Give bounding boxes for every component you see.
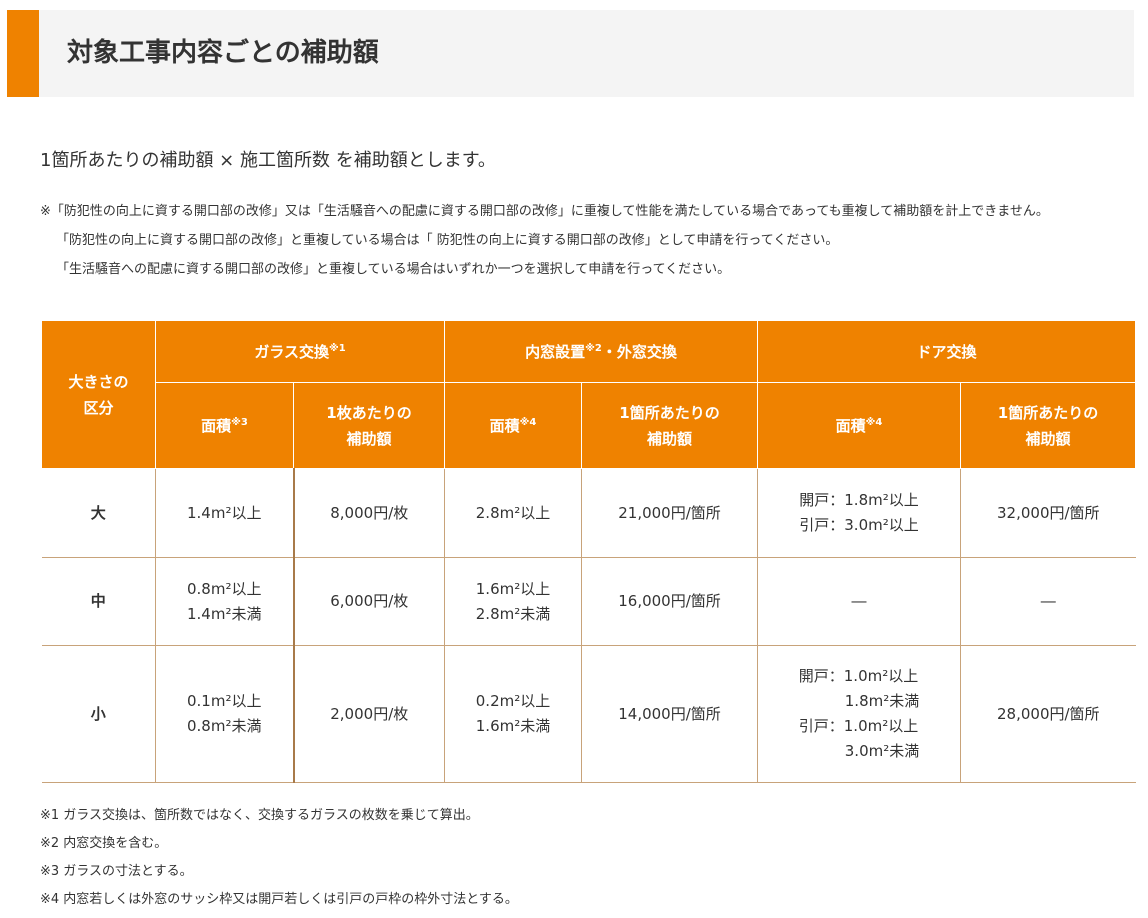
window-group-header: 内窓設置※2・外窓交換 — [444, 320, 759, 383]
size-cell: 大 — [41, 468, 156, 558]
footnote: ※1 ガラス交換は、箇所数ではなく、交換するガラスの枚数を乗じて算出。 — [40, 808, 479, 823]
glass-amount-cell: 2,000円/枚 — [292, 645, 446, 783]
window-amount-header: 1箇所あたりの 補助額 — [581, 382, 759, 469]
door-area-cell: 開戸：1.8m²以上 引戸：3.0m²以上 — [757, 468, 962, 558]
glass-group-header: ガラス交換※1 — [154, 320, 446, 383]
door-area-header: 面積※4 — [757, 382, 962, 469]
window-amount-cell: 16,000円/箇所 — [581, 557, 759, 646]
footnote: ※3 ガラスの寸法とする。 — [40, 864, 193, 879]
table-row: 中 0.8m²以上 1.4m²未満 6,000円/枚 1.6m²以上 2.8m²… — [41, 557, 1136, 646]
notes-top: ※「防犯性の向上に資する開口部の改修」又は「生活騒音への配慮に資する開口部の改修… — [40, 202, 1049, 289]
window-amount-cell: 21,000円/箇所 — [581, 468, 759, 558]
window-area-header: 面積※4 — [444, 382, 583, 469]
door-amount-cell: ― — [960, 557, 1136, 646]
page-title: 対象工事内容ごとの補助額 — [67, 38, 379, 68]
door-group-header: ドア交換 — [757, 320, 1137, 383]
glass-amount-cell: 6,000円/枚 — [292, 557, 446, 646]
window-amount-cell: 14,000円/箇所 — [581, 645, 759, 783]
table-row: 小 0.1m²以上 0.8m²未満 2,000円/枚 0.2m²以上 1.6m²… — [41, 645, 1136, 783]
table-header-row: 大きさの 区分 ガラス交換※1 内窓設置※2・外窓交換 ドア交換 — [41, 320, 1137, 469]
table-row: 大 1.4m²以上 8,000円/枚 2.8m²以上 21,000円/箇所 開戸… — [41, 468, 1136, 558]
footnote: ※4 内窓若しくは外窓のサッシ枠又は開戸若しくは引戸の戸枠の枠外寸法とする。 — [40, 892, 518, 907]
subsidy-table: 大きさの 区分 ガラス交換※1 内窓設置※2・外窓交換 ドア交換 面積※3 1枚… — [41, 320, 1137, 783]
heading-accent-bar — [7, 10, 39, 97]
section-heading: 対象工事内容ごとの補助額 — [7, 10, 1134, 97]
door-amount-header: 1箇所あたりの 補助額 — [960, 382, 1137, 469]
footnote: ※2 内窓交換を含む。 — [40, 836, 168, 851]
door-amount-cell: 28,000円/箇所 — [960, 645, 1136, 783]
door-amount-cell: 32,000円/箇所 — [960, 468, 1136, 558]
door-area-cell: 開戸：1.0m²以上 1.8m²未満 引戸：1.0m²以上 3.0m²未満 — [757, 645, 962, 783]
door-area-cell: ― — [757, 557, 962, 646]
glass-area-cell: 0.8m²以上 1.4m²未満 — [155, 557, 295, 646]
note-line: 「防犯性の向上に資する開口部の改修」と重複している場合は「 防犯性の向上に資する… — [56, 233, 839, 248]
glass-amount-header: 1枚あたりの 補助額 — [292, 382, 446, 469]
glass-area-header: 面積※3 — [155, 382, 294, 469]
glass-area-cell: 0.1m²以上 0.8m²未満 — [155, 645, 295, 783]
footnotes: ※1 ガラス交換は、箇所数ではなく、交換するガラスの枚数を乗じて算出。 ※2 内… — [40, 806, 518, 918]
size-cell: 中 — [41, 557, 156, 646]
window-area-cell: 1.6m²以上 2.8m²未満 — [444, 557, 583, 646]
glass-amount-cell: 8,000円/枚 — [292, 468, 446, 558]
table-subheader-row: 面積※3 1枚あたりの 補助額 面積※4 1箇所あたりの 補助額 面積※4 1箇… — [42, 382, 1137, 469]
intro-text: 1箇所あたりの補助額 × 施工箇所数 を補助額とします。 — [40, 150, 496, 171]
note-line: ※「防犯性の向上に資する開口部の改修」又は「生活騒音への配慮に資する開口部の改修… — [40, 204, 1049, 219]
note-line: 「生活騒音への配慮に資する開口部の改修」と重複している場合はいずれか一つを選択し… — [56, 262, 731, 277]
size-header: 大きさの 区分 — [41, 320, 156, 469]
window-area-cell: 0.2m²以上 1.6m²未満 — [444, 645, 583, 783]
size-cell: 小 — [41, 645, 156, 783]
glass-area-cell: 1.4m²以上 — [155, 468, 295, 558]
window-area-cell: 2.8m²以上 — [444, 468, 583, 558]
